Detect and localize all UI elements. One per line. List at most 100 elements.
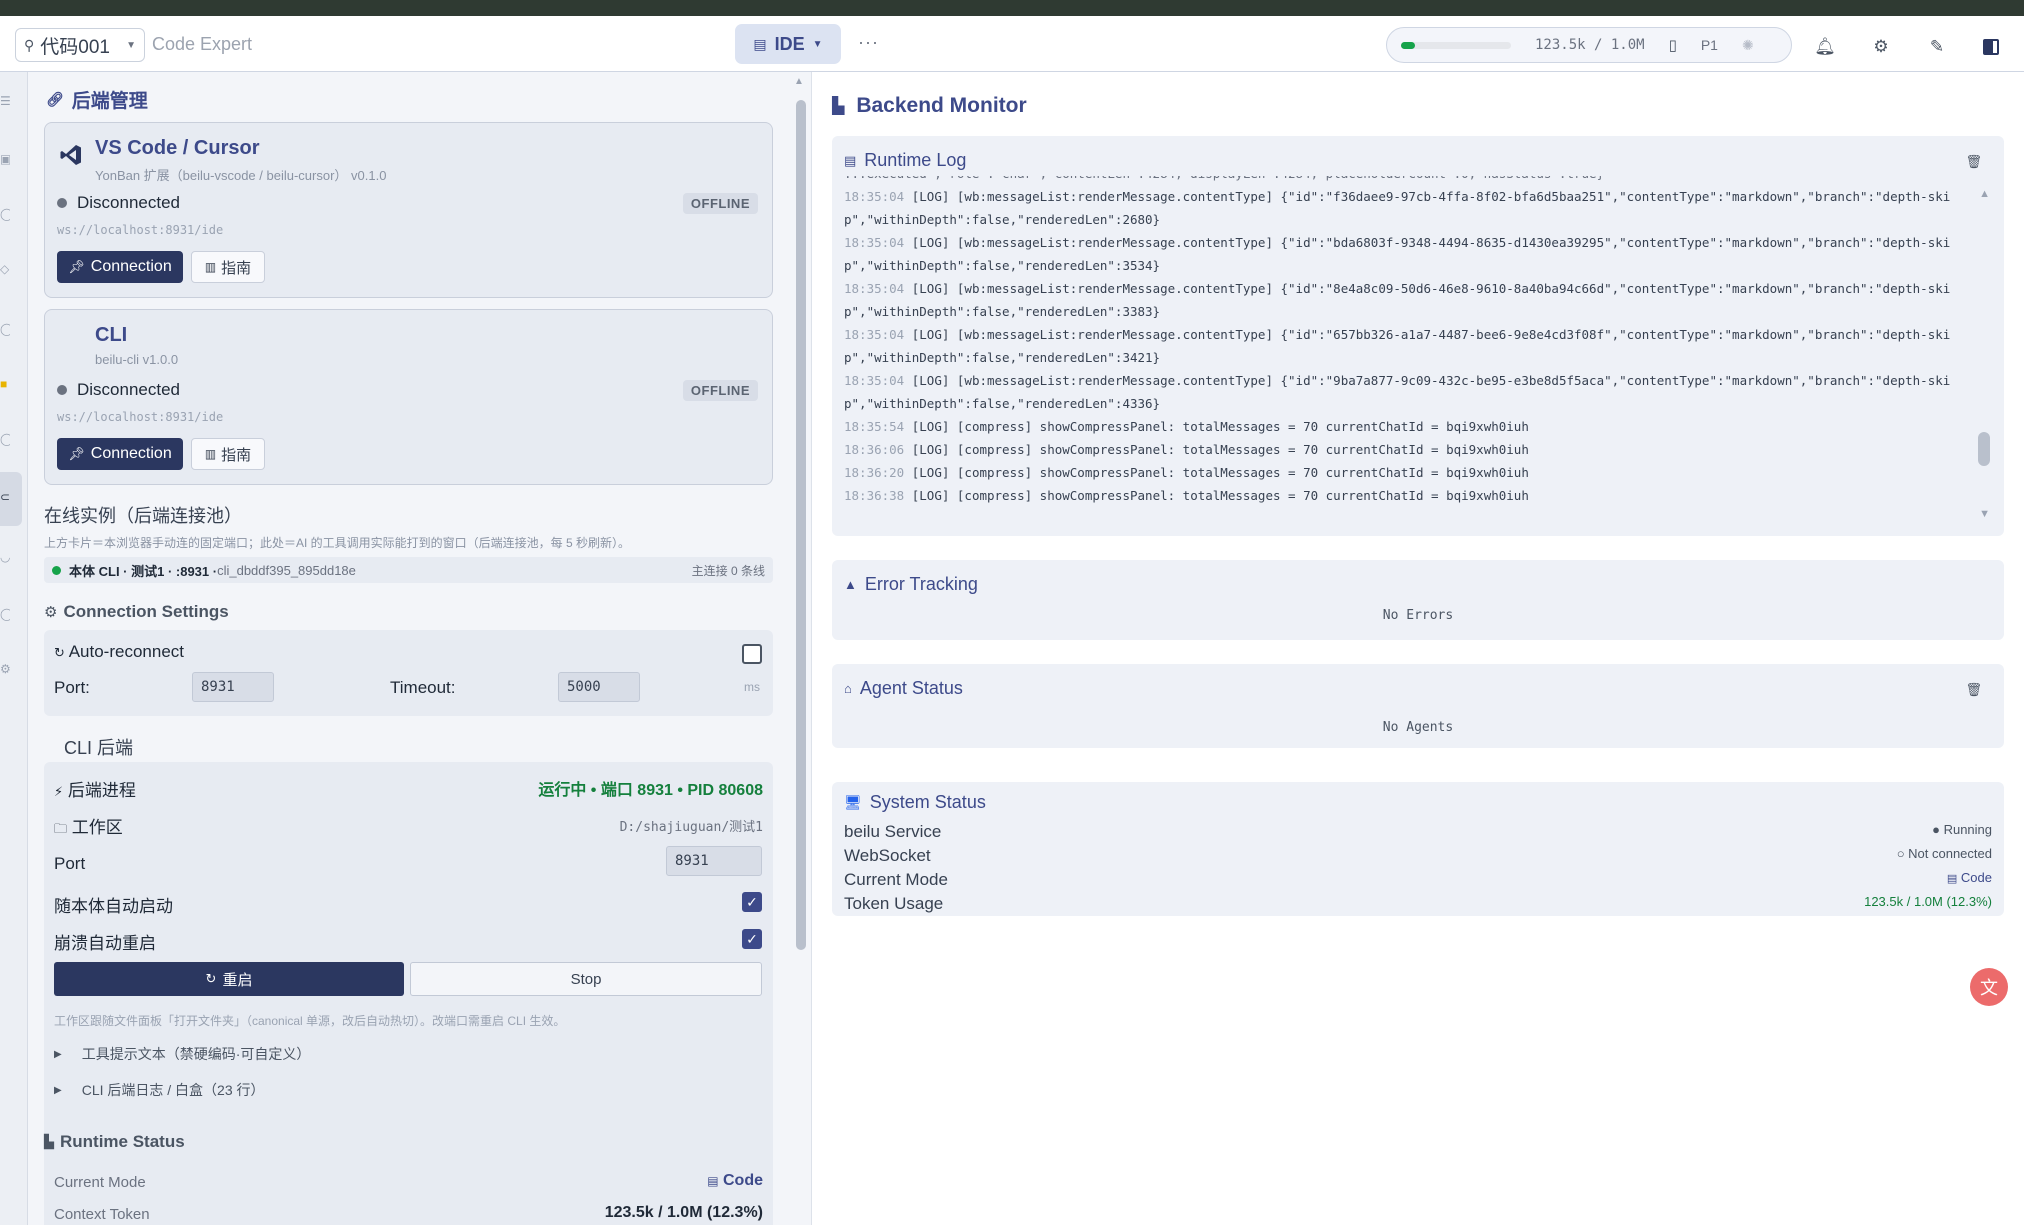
token-progress-fill bbox=[1401, 41, 1415, 49]
status-dot bbox=[57, 385, 67, 395]
log-line: 18:35:04 [LOG] [wb:messageList:renderMes… bbox=[844, 277, 1964, 323]
chart-icon: ▙ bbox=[44, 1134, 54, 1149]
auto-reconnect-checkbox[interactable] bbox=[742, 644, 762, 664]
left-icon-rail: ☰ ▣ ◯ ◇ ◯ ■ ◯ ⊂ ◡ ◯ ⚙ bbox=[0, 72, 28, 1225]
clear-log-icon[interactable]: 🗑︎ bbox=[1965, 154, 1982, 170]
rail-icon-1[interactable]: ☰ bbox=[0, 94, 10, 110]
runtime-log-area[interactable]: ...executed","role":"char","contentLen":… bbox=[844, 176, 1964, 516]
vscode-icon bbox=[59, 143, 83, 167]
pencil-icon[interactable]: ✎ bbox=[1926, 36, 1948, 58]
token-usage-pill[interactable]: 123.5k / 1.0M ▯ P1 ✺ bbox=[1386, 27, 1792, 63]
error-tracking-card: ▲ Error Tracking No Errors bbox=[832, 560, 2004, 640]
warning-icon: ▲ bbox=[844, 577, 857, 592]
log-line: 18:35:04 [LOG] [wb:messageList:renderMes… bbox=[844, 323, 1964, 369]
rail-icon-2[interactable]: ▣ bbox=[0, 152, 10, 168]
priority-label: P1 bbox=[1700, 37, 1718, 53]
rail-icon-8[interactable]: ⊂ bbox=[0, 490, 10, 506]
log-scroll-up[interactable]: ▲ bbox=[1979, 188, 1990, 200]
translate-icon[interactable]: 文 bbox=[1970, 968, 2008, 1006]
top-strip bbox=[0, 0, 2024, 16]
vscode-ws-url: ws://localhost:8931/ide bbox=[57, 223, 224, 237]
runtime-status-title: ▙ Runtime Status bbox=[44, 1132, 185, 1151]
workspace-select[interactable]: ⚲ 代码001 ▼ bbox=[15, 28, 145, 62]
rail-icon-5[interactable]: ◯ bbox=[0, 322, 10, 338]
refresh-icon: ↻ bbox=[205, 971, 217, 986]
autostart-checkbox[interactable]: ✓ bbox=[742, 892, 762, 912]
workspace-subtitle: Code Expert bbox=[152, 34, 253, 54]
instances-title: 在线实例（后端连接池） bbox=[44, 506, 242, 526]
gear-icon: ⚙ bbox=[44, 604, 58, 621]
crash-restart-checkbox[interactable]: ✓ bbox=[742, 929, 762, 949]
cli-connect-button[interactable]: 📌︎ Connection bbox=[57, 438, 183, 470]
tool-hint-expander[interactable]: ▶ 工具提示文本（禁硬编码·可自定义） bbox=[54, 1044, 310, 1064]
bell-icon[interactable]: 🔔︎ bbox=[1814, 36, 1836, 58]
token-progress-bar bbox=[1401, 41, 1511, 49]
cli-guide-button[interactable]: ▥ 指南 bbox=[191, 438, 265, 470]
log-timestamp: 18:36:06 bbox=[844, 442, 905, 457]
log-scrollbar-thumb[interactable] bbox=[1978, 432, 1990, 466]
runtime-log-title: ▤ Runtime Log bbox=[844, 150, 967, 170]
token-usage-text: 123.5k / 1.0M bbox=[1535, 37, 1645, 53]
token-usage-status: 123.5k / 1.0M (12.3%) bbox=[1864, 894, 1992, 909]
agent-status-card: ⌂ Agent Status 🗑︎ No Agents bbox=[832, 664, 2004, 748]
system-row-service: beilu Service ● Running bbox=[844, 822, 1992, 841]
log-text: [LOG] [compress] showCompressPanel: tota… bbox=[904, 442, 1529, 457]
gear-icon[interactable]: ⚙ bbox=[1870, 36, 1892, 58]
cli-log-expander[interactable]: ▶ CLI 后端日志 / 白盒（23 行） bbox=[54, 1080, 265, 1100]
current-mode-value: ▤ Code bbox=[707, 1172, 763, 1189]
backend-process-label: ⚡︎ 后端进程 bbox=[54, 781, 136, 800]
rail-icon-3[interactable]: ◯ bbox=[0, 207, 10, 223]
caret-right-icon: ▶ bbox=[54, 1048, 62, 1060]
vscode-status: Disconnected bbox=[57, 193, 180, 213]
vscode-status-badge: OFFLINE bbox=[682, 193, 758, 214]
ide-mode-button[interactable]: ▤ IDE ▼ bbox=[735, 24, 841, 64]
scroll-up-arrow[interactable]: ▲ bbox=[794, 76, 804, 87]
rail-icon-11[interactable]: ⚙ bbox=[0, 662, 10, 678]
log-timestamp: 18:35:54 bbox=[844, 419, 905, 434]
cli-ws-url: ws://localhost:8931/ide bbox=[57, 410, 224, 424]
log-line: 18:35:04 [LOG] [wb:messageList:renderMes… bbox=[844, 185, 1964, 231]
log-timestamp: 18:35:04 bbox=[844, 235, 905, 250]
instance-row[interactable]: 本体 CLI · 测试1 · :8931 · cli_dbddf395_895d… bbox=[44, 557, 773, 583]
auto-reconnect-label: ↻ Auto-reconnect bbox=[54, 642, 184, 661]
cli-status: Disconnected bbox=[57, 380, 180, 400]
status-dot bbox=[57, 198, 67, 208]
rail-icon-10[interactable]: ◯ bbox=[0, 607, 10, 623]
more-button[interactable]: ··· bbox=[858, 32, 879, 53]
robot-icon: ⌂ bbox=[844, 681, 852, 696]
pin-icon: 📌︎ bbox=[68, 446, 85, 461]
log-timestamp: 18:35:04 bbox=[844, 327, 905, 342]
rail-icon-4[interactable]: ◇ bbox=[0, 262, 10, 278]
log-text: [LOG] [wb:messageList:renderMessage.cont… bbox=[844, 373, 1951, 411]
rail-icon-6[interactable]: ■ bbox=[0, 377, 10, 393]
restart-button[interactable]: ↻ 重启 bbox=[54, 962, 404, 996]
port-input[interactable]: 8931 bbox=[192, 672, 274, 702]
phone-icon: ▯ bbox=[1668, 37, 1677, 54]
vscode-connect-button[interactable]: 📌︎ Connection bbox=[57, 251, 183, 283]
cli-port-input[interactable]: 8931 bbox=[666, 846, 762, 876]
log-line: 18:36:06 [LOG] [compress] showCompressPa… bbox=[844, 438, 1964, 461]
timeout-input[interactable]: 5000 bbox=[558, 672, 640, 702]
log-text: [LOG] [wb:messageList:renderMessage.cont… bbox=[844, 235, 1951, 273]
instance-name: 本体 CLI · 测试1 · :8931 · bbox=[69, 563, 218, 579]
monitor-icon: 🖥︎ bbox=[844, 794, 862, 810]
rail-icon-7[interactable]: ◯ bbox=[0, 432, 10, 448]
system-row-mode: Current Mode ▤ Code bbox=[844, 870, 1992, 889]
sidebar-toggle-icon[interactable] bbox=[1980, 36, 2002, 58]
system-row-websocket: WebSocket ○ Not connected bbox=[844, 846, 1992, 865]
log-line: 18:36:20 [LOG] [compress] showCompressPa… bbox=[844, 461, 1964, 484]
context-token-label: Context Token bbox=[54, 1206, 150, 1223]
bar-chart-icon: ▙ bbox=[832, 98, 845, 115]
stop-button[interactable]: Stop bbox=[410, 962, 762, 996]
current-mode-label: Current Mode bbox=[54, 1174, 146, 1191]
vscode-guide-button[interactable]: ▥ 指南 bbox=[191, 251, 265, 283]
rail-icon-9[interactable]: ◡ bbox=[0, 550, 10, 566]
mode-status: ▤ Code bbox=[1946, 870, 1992, 885]
panel-title: 🔗︎ 后端管理 bbox=[46, 91, 148, 112]
clear-agents-icon[interactable]: 🗑︎ bbox=[1965, 682, 1982, 698]
log-text: [LOG] [compress] showCompressPanel: tota… bbox=[904, 419, 1529, 434]
left-panel-scrollbar[interactable] bbox=[796, 100, 806, 950]
log-scroll-down[interactable]: ▼ bbox=[1979, 508, 1990, 520]
port-label: Port: bbox=[54, 678, 90, 697]
log-timestamp: 18:35:04 bbox=[844, 281, 905, 296]
